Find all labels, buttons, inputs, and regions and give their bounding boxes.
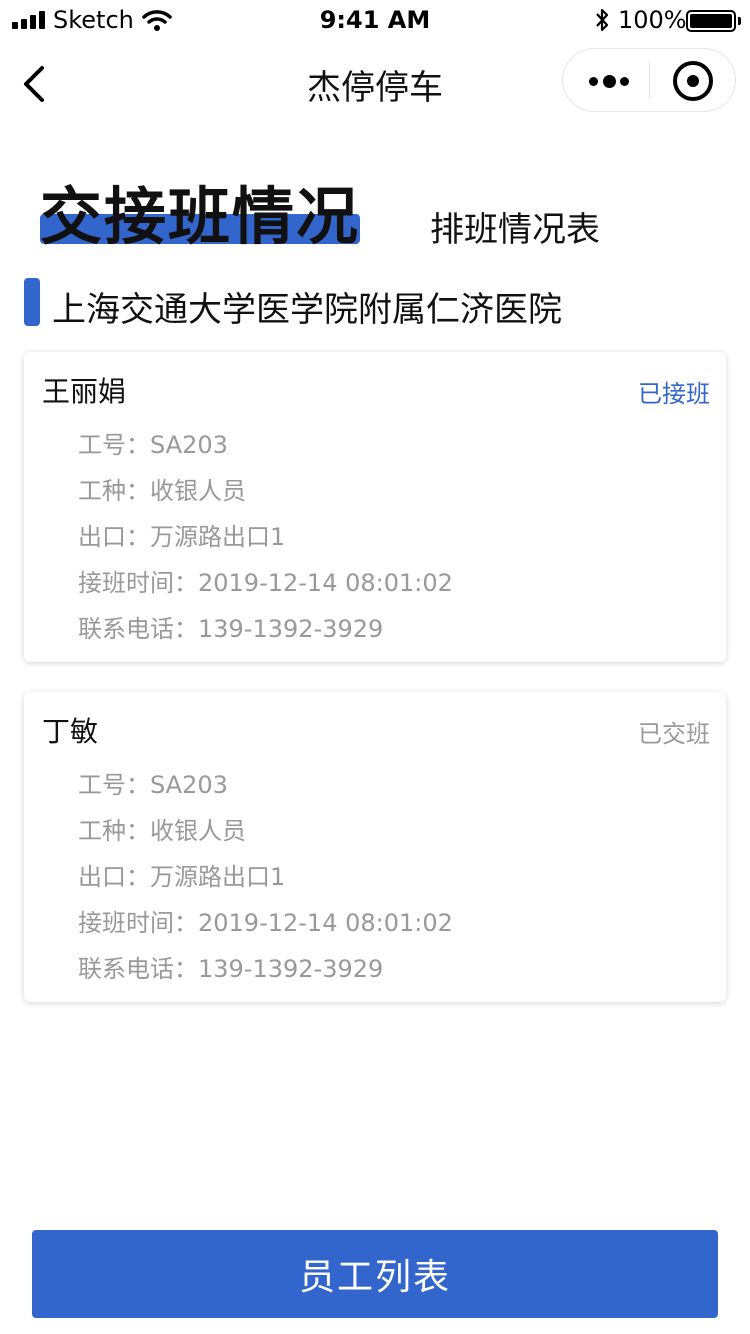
more-dots-icon[interactable] xyxy=(589,69,629,93)
battery-cap xyxy=(738,17,741,25)
job-type: 工种：收银人员 xyxy=(78,817,246,845)
capsule-divider xyxy=(649,63,650,99)
schedule-table-link[interactable]: 排班情况表 xyxy=(430,202,600,251)
job-type: 工种：收银人员 xyxy=(78,477,246,505)
shift-card[interactable]: 王丽娟 已接班 工号：SA203 工种：收银人员 出口：万源路出口1 接班时间：… xyxy=(24,352,726,662)
shift-card[interactable]: 丁敏 已交班 工号：SA203 工种：收银人员 出口：万源路出口1 接班时间：2… xyxy=(24,692,726,1002)
hospital-title: 上海交通大学医学院附属仁济医院 xyxy=(52,290,562,330)
section-accent-bar xyxy=(24,278,40,326)
employee-id: 工号：SA203 xyxy=(78,771,228,799)
contact-phone: 联系电话：139-1392-3929 xyxy=(78,955,384,983)
exit-gate: 出口：万源路出口1 xyxy=(78,863,286,891)
battery-icon xyxy=(686,10,736,32)
target-icon[interactable] xyxy=(673,61,713,101)
status-bar: Sketch 9:41 AM 100% xyxy=(0,0,750,40)
status-badge: 已接班 xyxy=(638,380,710,408)
contact-phone: 联系电话：139-1392-3929 xyxy=(78,615,384,643)
exit-gate: 出口：万源路出口1 xyxy=(78,523,286,551)
battery-percent: 100% xyxy=(618,6,687,34)
mini-program-capsule xyxy=(562,48,736,112)
page-title: 交接班情况 xyxy=(40,180,361,253)
employee-list-button[interactable]: 员工列表 xyxy=(32,1230,718,1318)
shift-time: 接班时间：2019-12-14 08:01:02 xyxy=(78,909,453,937)
employee-name: 王丽娟 xyxy=(42,375,127,408)
shift-time: 接班时间：2019-12-14 08:01:02 xyxy=(78,569,453,597)
employee-id: 工号：SA203 xyxy=(78,431,228,459)
bluetooth-icon xyxy=(596,8,609,32)
employee-name: 丁敏 xyxy=(42,715,99,748)
status-badge: 已交班 xyxy=(638,720,710,748)
